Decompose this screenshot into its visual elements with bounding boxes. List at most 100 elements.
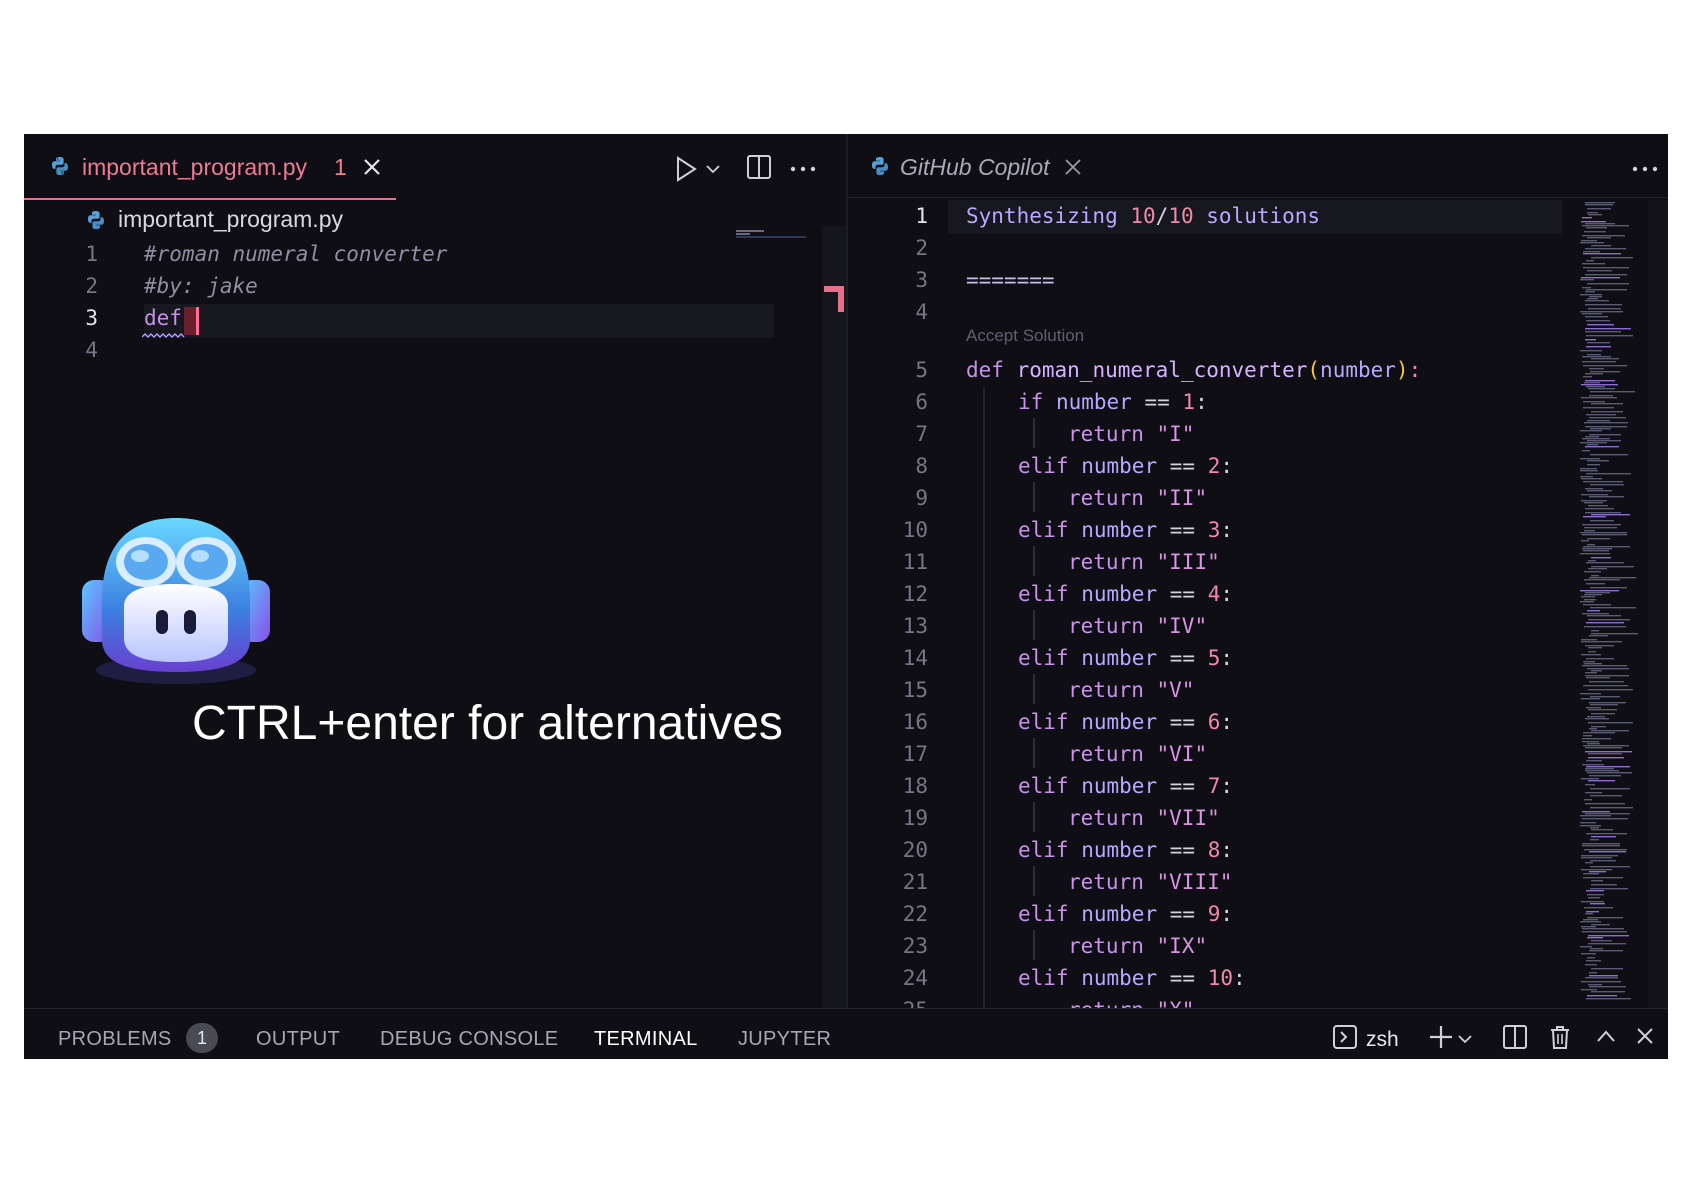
number-literal: 10 (1207, 966, 1233, 990)
colon: : (1220, 582, 1234, 606)
variable: number (1081, 710, 1158, 734)
code-line: def roman_numeral_converter(number): (966, 358, 1421, 382)
breadcrumb-file: important_program.py (118, 206, 343, 232)
condition-keyword: elif (1018, 710, 1069, 734)
panel-tab-debug-console[interactable]: DEBUG CONSOLE (380, 1028, 558, 1051)
error-squiggle (142, 333, 185, 338)
colon: : (1220, 710, 1234, 734)
function-name: roman_numeral_converter (1016, 358, 1308, 382)
tab-label: important_program.py (82, 154, 307, 180)
panel-tab-terminal[interactable]: TERMINAL (594, 1028, 698, 1051)
terminal-icon[interactable] (1332, 1024, 1358, 1050)
line-number: 17 (902, 742, 928, 766)
code-line: return "II" (1068, 486, 1207, 510)
more-actions-icon[interactable] (1632, 166, 1658, 172)
condition-keyword: elif (1018, 454, 1069, 478)
string-literal: "VIII" (1156, 870, 1233, 894)
code-line: return "VI" (1068, 742, 1207, 766)
problems-badge: 1 (186, 1023, 218, 1053)
operator: == (1169, 582, 1196, 606)
variable: number (1055, 390, 1132, 414)
number-literal: 4 (1207, 582, 1221, 606)
number-literal: 7 (1207, 774, 1221, 798)
panel-tab-jupyter[interactable]: JUPYTER (738, 1028, 831, 1051)
copilot-mascot (82, 518, 270, 684)
line-number: 18 (902, 774, 928, 798)
condition-keyword: elif (1018, 902, 1069, 926)
string-literal: "VII" (1156, 806, 1220, 830)
chevron-down-icon[interactable] (1458, 1034, 1472, 1044)
operator: == (1169, 710, 1196, 734)
condition-keyword: elif (1018, 966, 1069, 990)
chevron-up-icon[interactable] (1596, 1029, 1616, 1043)
close-icon[interactable] (363, 158, 381, 176)
line-number: 3 (85, 306, 98, 330)
scrollbar-error-marker (838, 286, 844, 312)
minimap[interactable] (1578, 200, 1648, 1008)
colon: : (1233, 966, 1246, 990)
bottom-panel: PROBLEMS 1 OUTPUT DEBUG CONSOLE TERMINAL… (24, 1008, 1668, 1059)
return-keyword: return (1068, 486, 1144, 510)
return-keyword: return (1068, 422, 1144, 446)
panel-tab-output[interactable]: OUTPUT (256, 1028, 340, 1051)
code-line: elif number == 7: (1018, 774, 1233, 798)
number-literal: 2 (1207, 454, 1221, 478)
code-line: return "VII" (1068, 806, 1220, 830)
minimap[interactable] (736, 230, 806, 238)
line-number: 3 (915, 268, 928, 292)
line-number: 12 (902, 582, 928, 606)
string-literal: "IX" (1156, 934, 1208, 958)
return-keyword: return (1068, 614, 1144, 638)
variable: number (1081, 902, 1158, 926)
code-line: #by: jake (144, 274, 258, 298)
colon: : (1220, 454, 1234, 478)
line-number: 1 (915, 204, 928, 228)
colon: : (1220, 774, 1234, 798)
line-number: 24 (902, 966, 928, 990)
colon: : (1220, 838, 1234, 862)
run-icon[interactable] (674, 156, 698, 182)
variable: number (1081, 454, 1158, 478)
code-line: elif number == 6: (1018, 710, 1233, 734)
return-keyword: return (1068, 550, 1144, 574)
more-actions-icon[interactable] (790, 166, 816, 172)
code-line: return "VIII" (1068, 870, 1232, 894)
code-line: elif number == 5: (1018, 646, 1233, 670)
current-line-highlight (144, 304, 774, 338)
copilot-panel: GitHub Copilot 1 Synthesizing 10/10 solu… (848, 134, 1668, 1022)
trash-icon[interactable] (1548, 1024, 1572, 1050)
return-keyword: return (1068, 742, 1144, 766)
split-editor-icon[interactable] (746, 154, 772, 180)
code-line: return "I" (1068, 422, 1194, 446)
operator: == (1169, 838, 1196, 862)
line-number: 21 (902, 870, 928, 894)
colon: : (1220, 646, 1234, 670)
code-line: return "IV" (1068, 614, 1207, 638)
string-literal: "VI" (1156, 742, 1208, 766)
split-terminal-icon[interactable] (1502, 1024, 1528, 1050)
line-number: 11 (902, 550, 928, 574)
vertical-scrollbar[interactable] (822, 226, 846, 1016)
accept-solution-link[interactable]: Accept Solution (966, 326, 1084, 346)
add-icon[interactable] (1428, 1024, 1454, 1050)
variable: number (1081, 646, 1158, 670)
panel-tab-problems[interactable]: PROBLEMS (58, 1028, 172, 1051)
line-number: 8 (915, 454, 928, 478)
chevron-down-icon[interactable] (706, 164, 720, 174)
shell-name[interactable]: zsh (1366, 1028, 1399, 1052)
overlay-caption: CTRL+enter for alternatives (192, 697, 783, 750)
colon: : (1408, 358, 1422, 382)
operator: == (1169, 646, 1196, 670)
operator: == (1169, 454, 1196, 478)
vertical-scrollbar[interactable] (1648, 200, 1668, 1008)
close-paren: ) (1395, 358, 1409, 382)
line-number: 22 (902, 902, 928, 926)
variable: number (1081, 582, 1158, 606)
condition-keyword: elif (1018, 582, 1069, 606)
code-line: elif number == 9: (1018, 902, 1233, 926)
python-file-icon (52, 157, 68, 175)
operator: == (1169, 902, 1196, 926)
tab-important-program[interactable]: important_program.py 1 (24, 134, 396, 200)
number-literal: 3 (1207, 518, 1221, 542)
close-icon[interactable] (1636, 1027, 1654, 1045)
